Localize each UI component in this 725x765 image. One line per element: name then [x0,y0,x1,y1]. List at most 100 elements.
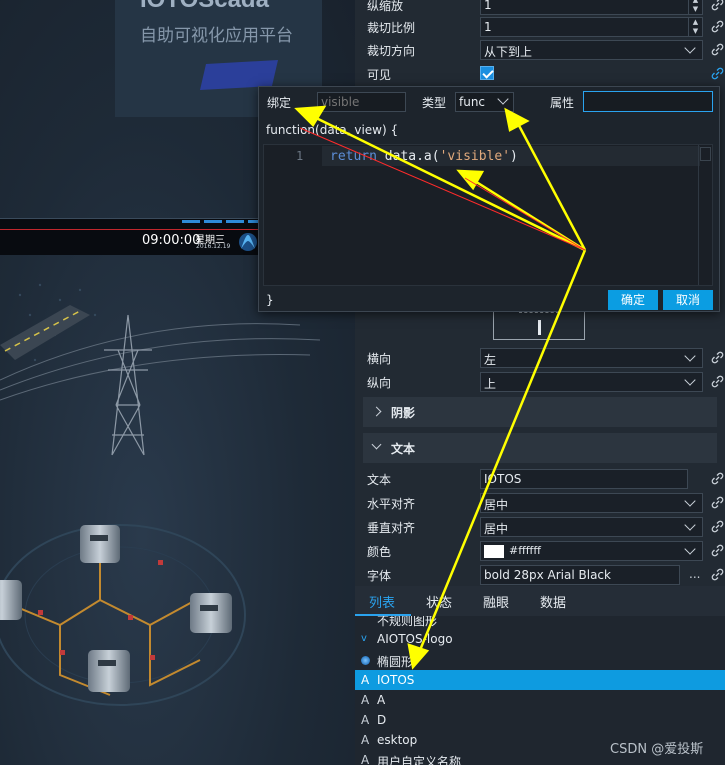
link-icon[interactable] [711,351,725,365]
prop-label: 可见 [367,68,392,82]
attr-input[interactable] [583,91,713,112]
chevron-right-icon [371,406,382,417]
time-bar: 09:00:00 星期三 2016.12.19 [0,218,260,255]
prop-row-scale-y: 纵缩放 1 ▲ ▼ [367,0,725,16]
time-bar-line [0,229,260,230]
chevron-down-icon [684,374,696,386]
code-line[interactable]: return data.a('visible') [330,149,518,164]
tab-list[interactable]: 列表 [369,592,395,611]
type-label: 类型 [422,96,447,110]
prop-label: 颜色 [367,545,392,559]
prop-label: 文本 [367,473,392,487]
bind-name-input[interactable] [317,92,406,112]
color-swatch[interactable] [484,545,504,558]
link-icon[interactable] [711,43,725,57]
prop-row-visible: 可见 [367,63,725,85]
tab-data[interactable]: 数据 [540,592,566,611]
visible-checkbox[interactable] [480,66,494,80]
ellipse-shape-icon [361,656,370,665]
function-signature: function(data, view) { [266,123,399,137]
prop-label: 垂直对齐 [367,521,416,535]
link-icon[interactable] [711,20,725,34]
tree-item[interactable]: A A [355,690,725,710]
stepper-buttons[interactable]: ▲ ▼ [688,18,702,36]
clip-ratio-stepper[interactable]: 1 ▲ ▼ [480,17,703,37]
prop-label: 裁切方向 [367,44,416,58]
chevron-down-icon [684,519,696,531]
function-end: } [266,293,274,307]
bind-label: 绑定 [267,96,292,110]
section-title: 文本 [391,442,416,456]
chevron-down-icon [684,42,696,54]
tab-fusion[interactable]: 融眼 [483,592,509,611]
tree-item-selected[interactable]: A IOTOS [355,670,725,690]
date-text: 2016.12.19 [196,243,231,250]
type-select[interactable]: func [455,92,514,112]
watermark: CSDN @爱投斯 [610,742,704,757]
link-icon[interactable] [711,0,725,12]
prop-row-font: 字体 bold 28px Arial Black ... [367,564,725,586]
scale-y-stepper[interactable]: 1 ▲ ▼ [480,0,703,15]
align-preview-guide [519,312,559,314]
section-title: 阴影 [391,406,416,420]
text-node-icon: A [361,713,370,727]
link-icon[interactable] [711,520,725,534]
prop-label: 字体 [367,569,392,583]
text-input[interactable]: IOTOS [480,469,688,489]
align-preview-cursor [538,320,541,335]
link-icon[interactable] [711,496,725,510]
color-select[interactable]: #ffffff [480,541,703,561]
editor-gutter [264,145,322,285]
prop-row-align-vertical: 纵向 上 [367,371,725,393]
link-icon-active[interactable] [711,67,725,81]
chevron-down-icon [371,439,382,450]
section-shadow-header[interactable]: 阴影 [363,397,717,427]
confirm-button[interactable]: 确定 [608,290,658,310]
prop-label: 裁切比例 [367,21,416,35]
tree-item[interactable]: A D [355,710,725,730]
editor-scrollbar[interactable] [698,145,712,285]
prop-label: 水平对齐 [367,497,416,511]
time-bar-ticks [182,220,260,223]
tree-item[interactable]: 椭圆形 [355,650,725,670]
halign-select[interactable]: 居中 [480,493,703,513]
arrow-up-icon[interactable]: ▲ [689,18,702,27]
section-text-header[interactable]: 文本 [363,433,717,463]
collapse-arrow-icon[interactable]: v [361,633,367,644]
align-horizontal-select[interactable]: 左 [480,348,703,368]
valign-select[interactable]: 居中 [480,517,703,537]
tree-item[interactable]: v AIOTOS-logo [355,629,725,649]
chevron-down-icon [684,495,696,507]
align-vertical-select[interactable]: 上 [480,372,703,392]
stepper-buttons[interactable]: ▲ ▼ [688,0,702,14]
link-icon[interactable] [711,472,725,486]
font-input[interactable]: bold 28px Arial Black [480,565,680,585]
logo-subtitle: 自助可视化应用平台 [140,26,293,46]
clip-direction-select[interactable]: 从下到上 [480,40,703,60]
line-number: 1 [296,149,304,163]
font-more-button[interactable]: ... [689,567,700,581]
prop-label: 纵向 [367,376,392,390]
chevron-down-icon [684,543,696,555]
link-icon[interactable] [711,375,725,389]
binding-dialog: 绑定 类型 func 属性 function(data, view) { 1 r… [258,86,720,312]
code-editor[interactable]: 1 return data.a('visible') [263,144,713,286]
arrow-down-icon[interactable]: ▼ [689,27,702,36]
prop-row-align-horizontal: 横向 左 [367,347,725,369]
logo-title: IOTOScada [140,0,269,14]
prop-label: 纵缩放 [367,0,404,13]
link-icon[interactable] [711,568,725,582]
tab-state[interactable]: 状态 [426,592,452,611]
link-icon[interactable] [711,544,725,558]
prop-row-clip-direction: 裁切方向 从下到上 [367,39,725,61]
scrollbar-thumb[interactable] [700,147,711,161]
tree-item[interactable]: 不规则图形 [355,616,725,629]
cancel-button[interactable]: 取消 [663,290,713,310]
text-node-icon: A [361,673,370,687]
prop-label: 横向 [367,352,392,366]
prop-row-clip-ratio: 裁切比例 1 ▲ ▼ [367,16,725,38]
text-node-icon: A [361,753,370,765]
clock-text: 09:00:00 [142,233,201,248]
attr-label: 属性 [550,96,575,110]
arrow-down-icon[interactable]: ▼ [689,5,702,14]
